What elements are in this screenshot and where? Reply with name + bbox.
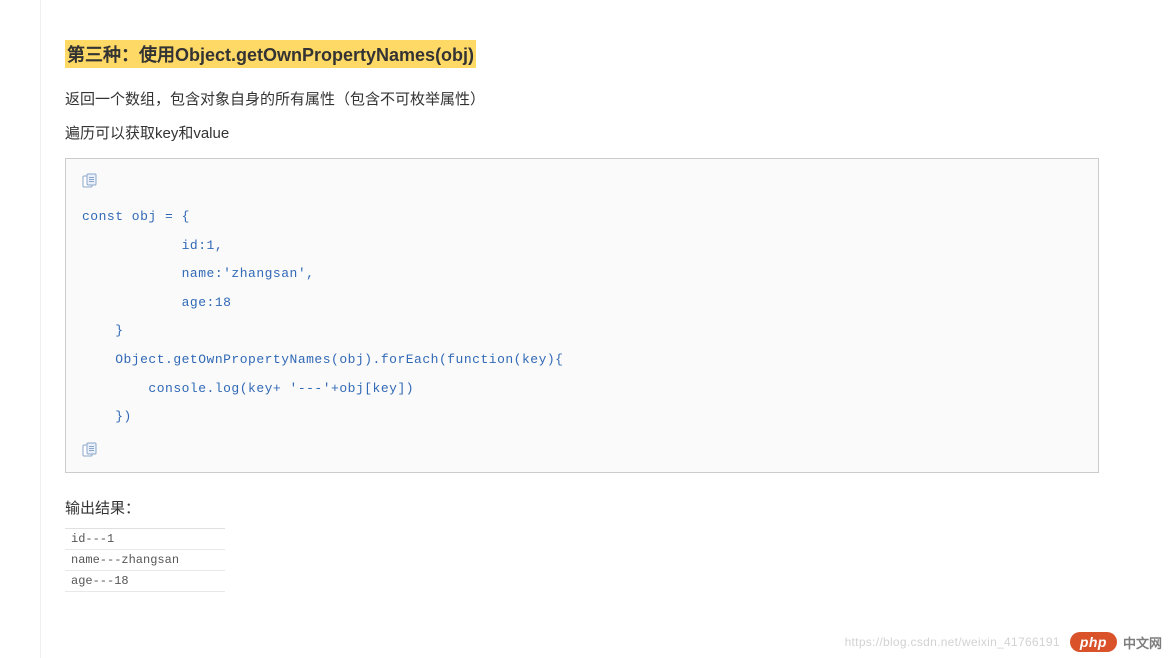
watermark-cn-text: 中文网 [1123, 633, 1162, 652]
output-heading: 输出结果： [65, 497, 1135, 518]
code-content: const obj = { id:1, name:'zhangsan', age… [82, 203, 1082, 432]
code-block: const obj = { id:1, name:'zhangsan', age… [65, 158, 1099, 473]
copy-icon[interactable] [82, 173, 98, 189]
section-heading: 第三种：使用Object.getOwnPropertyNames(obj) [65, 40, 476, 68]
copy-icon-bottom[interactable] [82, 442, 98, 458]
watermark: https://blog.csdn.net/weixin_41766191 ph… [845, 632, 1162, 652]
description-paragraph-1: 返回一个数组，包含对象自身的所有属性（包含不可枚举属性） [65, 88, 1135, 112]
php-logo-badge: php [1070, 632, 1117, 652]
left-separator [40, 0, 41, 658]
console-row: name---zhangsan [65, 550, 225, 571]
console-output: id---1 name---zhangsan age---18 [65, 528, 225, 592]
console-row: age---18 [65, 571, 225, 592]
article-content: 第三种：使用Object.getOwnPropertyNames(obj) 返回… [65, 40, 1135, 592]
console-row: id---1 [65, 529, 225, 550]
description-paragraph-2: 遍历可以获取key和value [65, 122, 1135, 146]
watermark-url: https://blog.csdn.net/weixin_41766191 [845, 635, 1060, 649]
